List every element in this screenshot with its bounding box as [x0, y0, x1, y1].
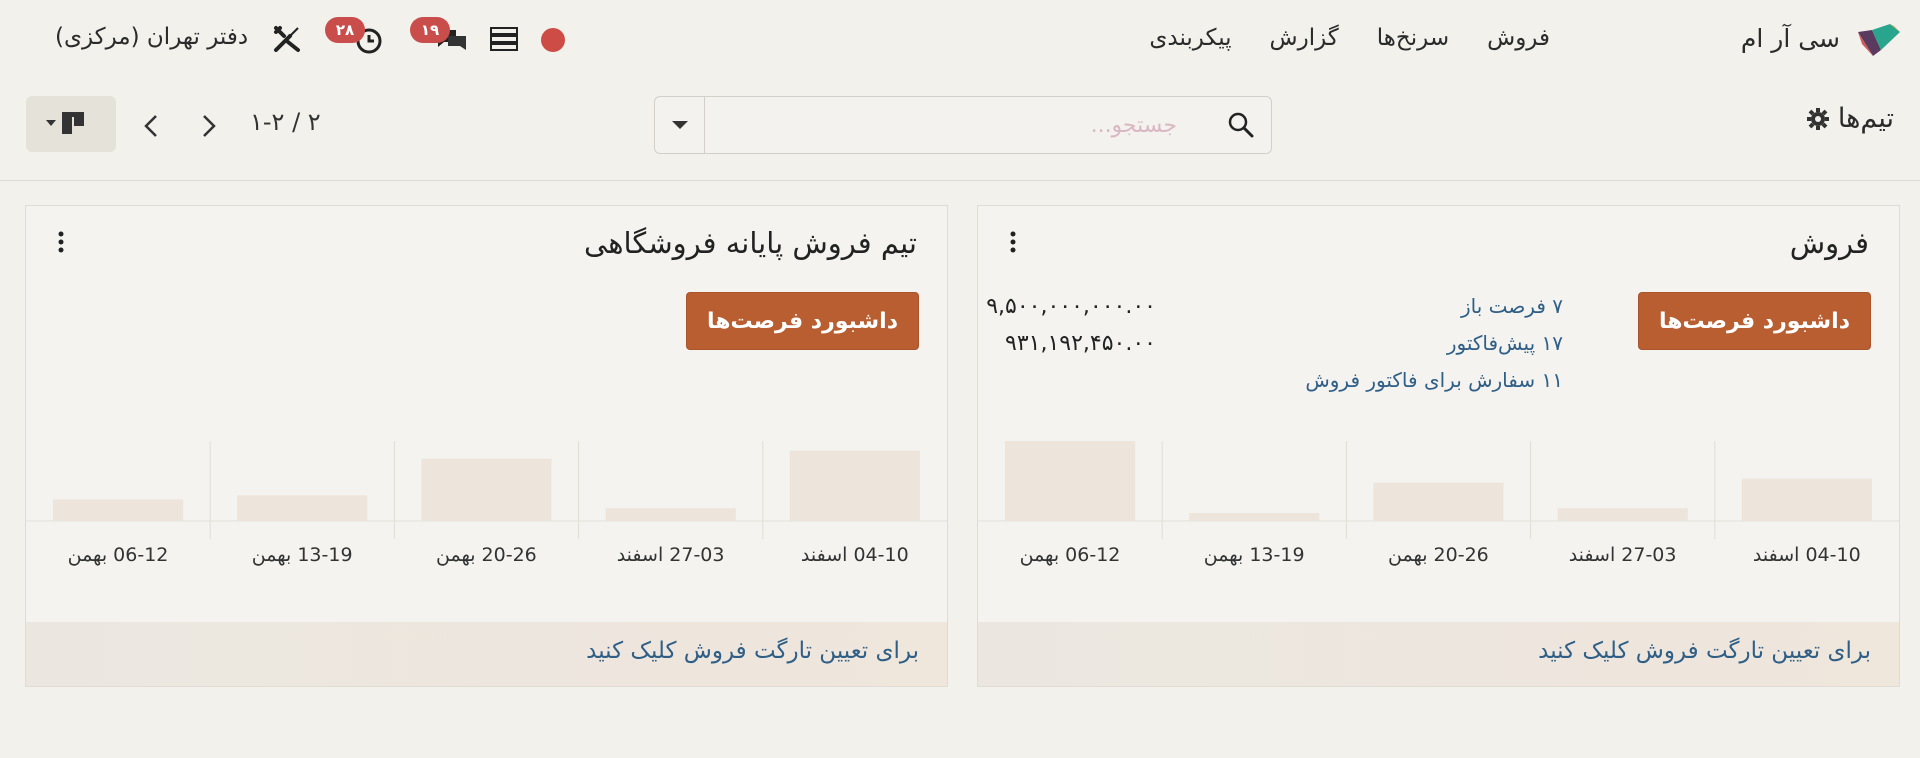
activity-count-badge: ۲۸ — [325, 17, 365, 43]
page-title: تیم‌ها — [1837, 103, 1894, 134]
view-switcher[interactable] — [26, 96, 116, 152]
card-links: ۷ فرصت باز ۱۷ پیش‌فاکتور ۱۱ سفارش برای ف… — [1305, 288, 1563, 399]
menu-item-configuration[interactable]: پیکربندی — [1149, 25, 1231, 51]
chart-tick-label: 04-10 اسفند — [1752, 544, 1861, 566]
chart-bar[interactable] — [1189, 513, 1320, 521]
chart-bar[interactable] — [421, 458, 552, 521]
chart-bar[interactable] — [1373, 482, 1504, 521]
pager-value[interactable]: ۱-۲ / ۲ — [250, 108, 321, 136]
orders-to-invoice-link[interactable]: ۱۱ سفارش برای فاکتور فروش — [1305, 362, 1563, 399]
menu-item-sales[interactable]: فروش — [1487, 25, 1550, 51]
opportunities-dashboard-button[interactable]: داشبورد فرصت‌ها — [685, 292, 919, 350]
search-input[interactable] — [717, 97, 1177, 153]
opportunities-dashboard-button[interactable]: داشبورد فرصت‌ها — [1637, 292, 1871, 350]
chart-tick-label: 20-26 بهمن — [1388, 544, 1489, 566]
chart-tick-label: 27-03 اسفند — [616, 544, 725, 566]
chart-bar[interactable] — [605, 508, 736, 521]
chart-tick-label: 20-26 بهمن — [436, 544, 537, 566]
app-name[interactable]: سی آر ام — [1741, 24, 1840, 53]
bar-chart — [978, 441, 1899, 539]
card-amounts: ۹,۵۰۰,۰۰۰,۰۰۰.۰۰ ۹۳۱,۱۹۲,۴۵۰.۰۰ — [978, 288, 1156, 362]
set-sales-target-link[interactable]: برای تعیین تارگت فروش کلیک کنید — [586, 638, 919, 664]
chart-bar[interactable] — [237, 495, 368, 521]
app-logo-icon[interactable] — [1856, 22, 1902, 58]
chevron-left-icon[interactable] — [140, 110, 164, 142]
card-title[interactable]: فروش — [1790, 226, 1869, 260]
server-stack-icon[interactable] — [490, 27, 518, 51]
company-switcher[interactable]: دفتر تهران (مرکزی) — [55, 24, 248, 50]
messages-count-badge: ۱۹ — [410, 17, 450, 43]
chart-tick-label: 06-12 بهمن — [1019, 544, 1121, 566]
gear-icon[interactable] — [1806, 107, 1830, 131]
search-options-toggle[interactable] — [655, 97, 705, 153]
control-divider — [0, 180, 1920, 181]
kanban-view-icon — [46, 112, 84, 134]
kebab-menu-icon[interactable] — [56, 230, 66, 254]
search-icon[interactable] — [1227, 111, 1255, 139]
chart-tick-label: 27-03 اسفند — [1568, 544, 1677, 566]
chart-tick-label: 06-12 بهمن — [67, 544, 169, 566]
team-card-pos: تیم فروش پایانه فروشگاهی داشبورد فرصت‌ها… — [25, 205, 948, 687]
search-bar — [654, 96, 1272, 154]
chart-tick-label: 13-19 بهمن — [251, 544, 353, 566]
caret-down-icon — [672, 121, 688, 129]
menu-item-reporting[interactable]: گزارش — [1270, 25, 1339, 51]
set-sales-target-link[interactable]: برای تعیین تارگت فروش کلیک کنید — [1538, 638, 1871, 664]
chart-bar[interactable] — [53, 499, 184, 521]
chart-tick-label: 04-10 اسفند — [800, 544, 909, 566]
main-menu: فروش سرنخ‌ها گزارش پیکربندی — [1149, 25, 1550, 51]
chevron-right-icon[interactable] — [196, 110, 220, 142]
card-footer: برای تعیین تارگت فروش کلیک کنید — [26, 622, 947, 686]
amount-value: ۹۳۱,۱۹۲,۴۵۰.۰۰ — [1005, 331, 1156, 356]
recording-status-dot[interactable] — [541, 28, 565, 52]
kebab-menu-icon[interactable] — [1008, 230, 1018, 254]
bar-chart — [26, 441, 947, 539]
top-navbar: سی آر ام فروش سرنخ‌ها گزارش پیکربندی دفت… — [0, 0, 1920, 78]
open-opportunities-link[interactable]: ۷ فرصت باز — [1305, 288, 1563, 325]
team-card-sales: فروش داشبورد فرصت‌ها ۷ فرصت باز ۱۷ پیش‌ف… — [977, 205, 1900, 687]
chart-bar[interactable] — [1557, 508, 1688, 521]
chart-bar[interactable] — [1741, 478, 1872, 521]
quotations-link[interactable]: ۱۷ پیش‌فاکتور — [1305, 325, 1563, 362]
chart-bar[interactable] — [789, 450, 920, 521]
chart-bar[interactable] — [1005, 441, 1136, 521]
card-footer: برای تعیین تارگت فروش کلیک کنید — [978, 622, 1899, 686]
menu-item-leads[interactable]: سرنخ‌ها — [1377, 25, 1449, 51]
amount-value: ۹,۵۰۰,۰۰۰,۰۰۰.۰۰ — [986, 294, 1156, 319]
breadcrumb: تیم‌ها — [1806, 103, 1894, 134]
settings-tools-icon[interactable] — [272, 24, 302, 54]
card-title[interactable]: تیم فروش پایانه فروشگاهی — [584, 226, 917, 260]
chart-tick-label: 13-19 بهمن — [1203, 544, 1305, 566]
